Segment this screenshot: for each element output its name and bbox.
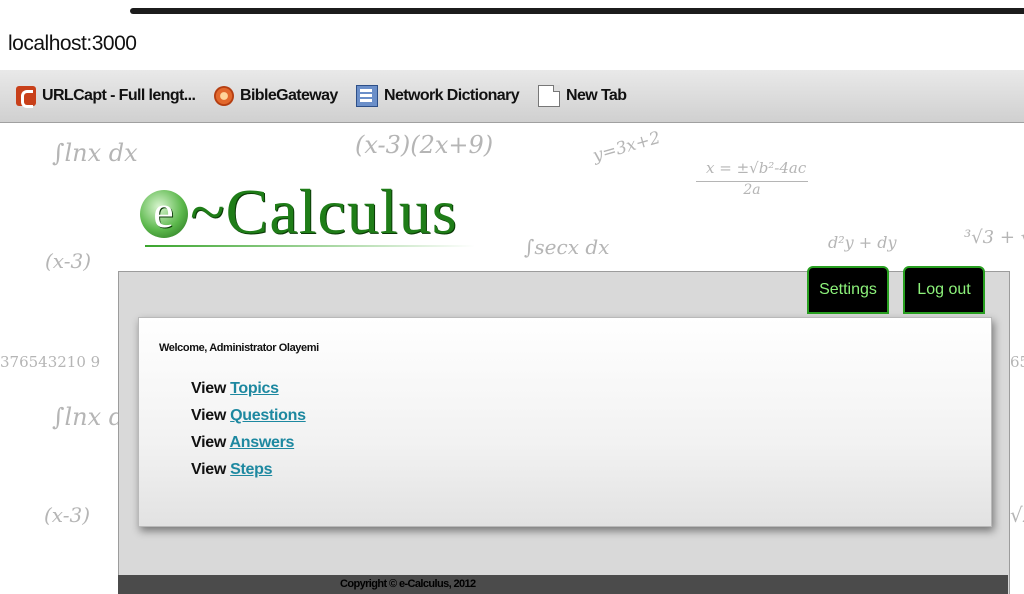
link-prefix: View xyxy=(191,407,226,424)
view-topics-link[interactable]: Topics xyxy=(230,380,279,397)
footer: Copyright © e-Calculus, 2012 xyxy=(118,575,1008,594)
window-top-strip xyxy=(0,0,1024,14)
logout-button[interactable]: Log out xyxy=(903,266,985,314)
math-scribble: (x-3) xyxy=(44,503,91,527)
math-scribble: x = ±√b²-4ac xyxy=(706,159,807,177)
bookmarks-bar: URLCapt - Full lengt... BibleGateway Net… xyxy=(0,70,1024,123)
biblegateway-icon xyxy=(214,86,234,106)
math-scribble: (x-3) xyxy=(45,249,92,273)
math-scribble: 376543210 9 xyxy=(0,353,101,371)
address-bar[interactable]: localhost:3000 xyxy=(0,22,1024,71)
page-icon xyxy=(538,85,560,107)
math-scribble: ³√3 + √2 xyxy=(964,227,1024,248)
view-questions-link[interactable]: Questions xyxy=(230,407,306,424)
bookmark-label: Network Dictionary xyxy=(384,87,520,104)
site-logo[interactable]: e ~Calculus xyxy=(140,175,458,249)
link-prefix: View xyxy=(191,434,226,451)
tab-strip-bar xyxy=(130,8,1024,14)
math-scribble: 2a xyxy=(696,181,808,198)
math-scribble: √2 xyxy=(1010,503,1024,527)
urlcapt-icon xyxy=(16,86,36,108)
copyright-text: Copyright © e-Calculus, 2012 xyxy=(340,578,476,590)
welcome-message: Welcome, Administrator Olayemi xyxy=(159,342,319,354)
math-scribble: 65 xyxy=(1010,353,1024,371)
bookmark-urlcapt[interactable]: URLCapt - Full lengt... xyxy=(16,83,196,109)
settings-button[interactable]: Settings xyxy=(807,266,889,314)
bookmark-label: URLCapt - Full lengt... xyxy=(42,87,196,104)
logo-underline xyxy=(145,245,475,247)
bookmark-label: BibleGateway xyxy=(240,87,338,104)
address-url[interactable]: localhost:3000 xyxy=(8,32,137,56)
bookmark-new-tab[interactable]: New Tab xyxy=(538,83,627,109)
bookmark-label: New Tab xyxy=(566,87,627,104)
page-content: ∫lnx dx (x-3)(2x+9) y=3x+2 x = ±√b²-4ac … xyxy=(0,123,1024,594)
link-row-questions: View Questions xyxy=(191,407,306,434)
math-scribble: (x-3)(2x+9) xyxy=(355,131,494,159)
link-prefix: View xyxy=(191,461,226,478)
logo-e-badge: e xyxy=(140,189,188,238)
link-row-steps: View Steps xyxy=(191,461,306,488)
link-row-answers: View Answers xyxy=(191,434,306,461)
math-scribble: ∫lnx dx xyxy=(52,139,138,167)
view-steps-link[interactable]: Steps xyxy=(230,461,272,478)
admin-links: View Topics View Questions View Answers … xyxy=(191,380,306,488)
math-scribble: y=3x+2 xyxy=(590,127,663,167)
bookmark-biblegateway[interactable]: BibleGateway xyxy=(214,83,338,109)
bookmark-network-dictionary[interactable]: Network Dictionary xyxy=(356,83,520,109)
link-row-topics: View Topics xyxy=(191,380,306,407)
dashboard-box: Welcome, Administrator Olayemi View Topi… xyxy=(138,317,992,527)
link-prefix: View xyxy=(191,380,226,397)
math-scribble: ∫secx dx xyxy=(524,235,610,259)
logo-text: ~Calculus xyxy=(190,176,458,247)
view-answers-link[interactable]: Answers xyxy=(230,434,295,451)
math-scribble: d²y + dy xyxy=(828,233,897,252)
network-dictionary-icon xyxy=(356,85,378,107)
